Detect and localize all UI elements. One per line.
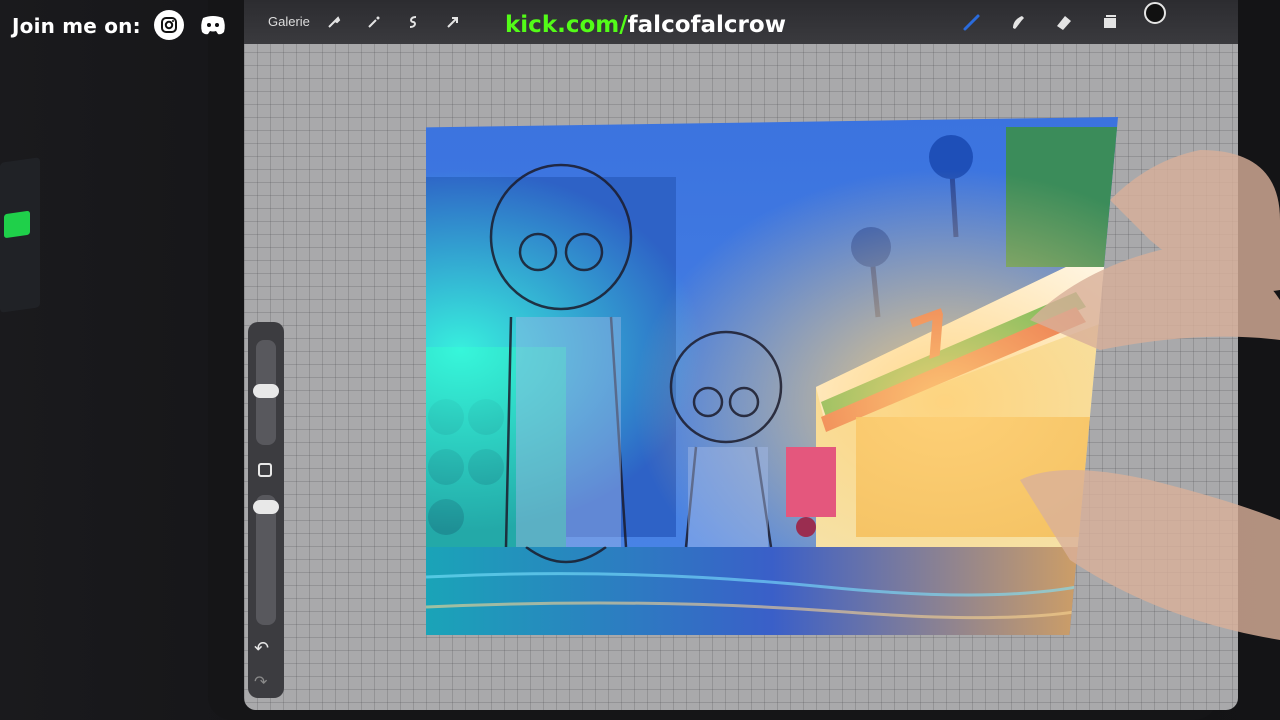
- opacity-slider[interactable]: [256, 495, 276, 625]
- kick-prefix: kick.com/: [505, 12, 628, 38]
- color-picker-icon[interactable]: [1144, 2, 1166, 24]
- drawing-canvas[interactable]: 7: [426, 117, 1118, 635]
- kick-channel-link[interactable]: kick.com/falcofalcrow: [505, 12, 786, 38]
- brush-size-knob[interactable]: [253, 384, 279, 398]
- eraser-icon[interactable]: [1054, 12, 1074, 32]
- discord-icon[interactable]: [198, 10, 228, 40]
- wrench-icon[interactable]: [324, 12, 344, 32]
- artwork: 7: [426, 117, 1118, 635]
- magic-wand-icon[interactable]: [364, 12, 384, 32]
- undo-icon[interactable]: ↶: [254, 638, 269, 659]
- layers-icon[interactable]: [1100, 12, 1120, 32]
- transform-arrow-icon[interactable]: [443, 12, 463, 32]
- brush-icon[interactable]: [962, 12, 982, 32]
- opacity-knob[interactable]: [253, 500, 279, 514]
- kick-handle: falcofalcrow: [627, 12, 786, 38]
- redo-icon[interactable]: ↷: [254, 672, 267, 692]
- smudge-icon[interactable]: [1008, 12, 1028, 32]
- instagram-icon[interactable]: [154, 10, 184, 40]
- join-text: Join me on:: [12, 14, 141, 38]
- gallery-button[interactable]: Galerie: [268, 14, 310, 29]
- selection-icon[interactable]: [403, 12, 423, 32]
- background-device: [0, 157, 40, 313]
- modify-button[interactable]: [258, 463, 272, 477]
